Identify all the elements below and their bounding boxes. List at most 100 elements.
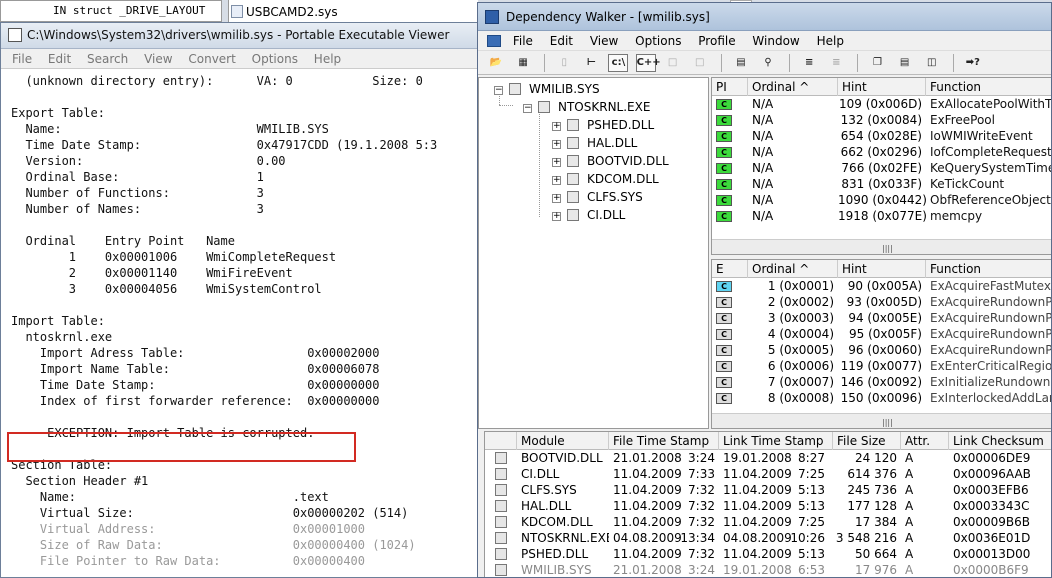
column-header-pi[interactable]: PI [712, 78, 748, 96]
column-header-ordinal[interactable]: Ordinal ^ [748, 260, 838, 278]
expand-icon[interactable]: + [552, 122, 561, 131]
find-icon[interactable]: ⚲ [758, 54, 778, 72]
column-header-ordinal[interactable]: Ordinal ^ [748, 78, 838, 96]
pe-viewer-titlebar[interactable]: C:\Windows\System32\drivers\wmilib.sys -… [1, 23, 479, 49]
table-row[interactable]: KDCOM.DLL 11.04.2009 7:32 11.04.2009 7:25 17 … [485, 514, 1051, 530]
column-header-function[interactable]: Function [926, 78, 1051, 96]
pe-menu-help[interactable]: Help [314, 52, 341, 66]
expand-icon[interactable]: + [552, 212, 561, 221]
table-row[interactable]: C 2 (0x0002) 93 (0x005D) ExAcquireRundownPr… [712, 294, 1051, 310]
tree-node-ci[interactable]: + CI.DLL [552, 206, 625, 224]
table-row[interactable]: C 1 (0x0001) 90 (0x005A) ExAcquireFastMutex… [712, 278, 1051, 294]
dw-menu-view[interactable]: View [590, 34, 618, 48]
tile-vertical-icon[interactable]: ◫ [922, 54, 942, 72]
full-icon[interactable]: □ [690, 54, 710, 72]
expand-icon[interactable]: + [552, 140, 561, 149]
dw-menu-window[interactable]: Window [752, 34, 799, 48]
table-row[interactable]: CLFS.SYS 11.04.2009 7:32 11.04.2009 5:13 245 … [485, 482, 1051, 498]
tree-node-hal[interactable]: + HAL.DLL [552, 134, 637, 152]
column-header-file-time-stamp[interactable]: File Time Stamp [609, 432, 719, 450]
pe-menu-edit[interactable]: Edit [48, 52, 71, 66]
depwalker-titlebar[interactable]: Dependency Walker - [wmilib.sys] [478, 3, 1051, 31]
table-row[interactable]: C N/A 109 (0x006D) ExAllocatePoolWithTag [712, 96, 1051, 112]
expand-icon[interactable]: + [552, 176, 561, 185]
table-row[interactable]: C 5 (0x0005) 96 (0x0060) ExAcquireRundownPr… [712, 342, 1051, 358]
column-header-file-size[interactable]: File Size [833, 432, 901, 450]
column-header-hint[interactable]: Hint [838, 260, 926, 278]
tree-node-pshed[interactable]: + PSHED.DLL [552, 116, 654, 134]
column-header-hint[interactable]: Hint [838, 78, 926, 96]
column-header-function[interactable]: Function [926, 260, 1051, 278]
save-icon[interactable]: ▦ [513, 54, 533, 72]
pe-menu-file[interactable]: File [12, 52, 32, 66]
table-row[interactable]: NTOSKRNL.EXE 04.08.2009 13:34 04.08.2009 10:… [485, 530, 1051, 546]
open-folder-icon[interactable]: 📂 [486, 54, 506, 72]
table-row[interactable]: C N/A 831 (0x033F) KeTickCount [712, 176, 1051, 192]
expand-icon[interactable]: + [552, 158, 561, 167]
table-row[interactable]: CI.DLL 11.04.2009 7:33 11.04.2009 7:25 614 37… [485, 466, 1051, 482]
ordinal-icon[interactable]: ≡ [799, 54, 819, 72]
depwalker-toolbar: 📂 ▦ ▯ ⊢ c:\ C++ □ □ ▤ ⚲ ≡ ≡ ❐ ▤ ◫ ➡? [478, 51, 1051, 75]
table-row[interactable]: C 8 (0x0008) 150 (0x0096) ExInterlockedAddL… [712, 390, 1051, 406]
pe-menu-convert[interactable]: Convert [188, 52, 235, 66]
context-help-icon[interactable]: ➡? [963, 54, 983, 72]
module-tree[interactable]: − WMILIB.SYS − NTOSKRNL.EXE + PSHED.DLL + HA… [478, 77, 709, 429]
tree-node-bootvid[interactable]: + BOOTVID.DLL [552, 152, 669, 170]
pe-viewer-text-area[interactable]: (unknown directory entry): VA: 0 Size: 0… [1, 69, 479, 577]
column-header-icon[interactable] [485, 432, 517, 450]
table-row[interactable]: WMILIB.SYS 21.01.2008 3:24 19.01.2008 6:53 17… [485, 562, 1051, 577]
expand-icon[interactable]: + [552, 194, 561, 203]
link-time-cell: 5:13 [798, 483, 825, 497]
undecorate-cpp-button[interactable]: C++ [635, 54, 661, 72]
column-header-e[interactable]: E [712, 260, 748, 278]
table-row[interactable]: C N/A 654 (0x028E) IoWMIWriteEvent [712, 128, 1051, 144]
pe-menu-options[interactable]: Options [252, 52, 298, 66]
pe-menu-search[interactable]: Search [87, 52, 128, 66]
table-row[interactable]: C 3 (0x0003) 94 (0x005E) ExAcquireRundownPr… [712, 310, 1051, 326]
copy-icon[interactable]: ▯ [554, 54, 574, 72]
column-header-link-time-stamp[interactable]: Link Time Stamp [719, 432, 833, 450]
print-icon[interactable]: ▤ [731, 54, 751, 72]
dw-menu-profile[interactable]: Profile [698, 34, 735, 48]
cascade-icon[interactable]: ❐ [868, 54, 888, 72]
function-icon[interactable]: □ [663, 54, 683, 72]
mdi-system-icon[interactable] [487, 35, 501, 47]
table-row[interactable]: HAL.DLL 11.04.2009 7:32 11.04.2009 5:13 177 1… [485, 498, 1051, 514]
table-row[interactable]: PSHED.DLL 11.04.2009 7:32 11.04.2009 5:13 50 … [485, 546, 1051, 562]
tile-horizontal-icon[interactable]: ▤ [895, 54, 915, 72]
column-header-attr[interactable]: Attr. [901, 432, 949, 450]
modules-table[interactable]: Module File Time Stamp Link Time Stamp F… [484, 431, 1051, 577]
table-row[interactable]: C N/A 662 (0x0296) IofCompleteRequest [712, 144, 1051, 160]
table-row[interactable]: BOOTVID.DLL 21.01.2008 3:24 19.01.2008 8:27 2… [485, 450, 1051, 466]
exports-table[interactable]: E Ordinal ^ Hint Function C 1 (0x0001) 90 … [711, 259, 1051, 429]
imports-table[interactable]: PI Ordinal ^ Hint Function C N/A 109 (0x00… [711, 77, 1051, 255]
tree-node-root[interactable]: − WMILIB.SYS [494, 80, 600, 98]
background-file-name[interactable]: USBCAMD2.sys [246, 5, 338, 19]
collapse-icon[interactable]: − [523, 104, 532, 113]
checksum-cell: 0x00009B6B [953, 515, 1031, 529]
horizontal-scrollbar[interactable]: |||| [712, 413, 1051, 428]
undecorate-icon[interactable]: ≡ [826, 54, 846, 72]
table-row[interactable]: C 7 (0x0007) 146 (0x0092) ExInitializeRundo… [712, 374, 1051, 390]
table-row[interactable]: C 4 (0x0004) 95 (0x005F) ExAcquireRundownPr… [712, 326, 1051, 342]
full-paths-button[interactable]: c:\ [608, 54, 629, 72]
dw-menu-options[interactable]: Options [635, 34, 681, 48]
tree-node-ntoskrnl[interactable]: − NTOSKRNL.EXE [523, 98, 650, 116]
link-time-cell: 5:13 [798, 547, 825, 561]
column-header-link-checksum[interactable]: Link Checksum [949, 432, 1051, 450]
collapse-icon[interactable]: − [494, 86, 503, 95]
tree-view-icon[interactable]: ⊢ [581, 54, 601, 72]
column-header-module[interactable]: Module [517, 432, 609, 450]
tree-node-kdcom[interactable]: + KDCOM.DLL [552, 170, 659, 188]
table-row[interactable]: C 6 (0x0006) 119 (0x0077) ExEnterCriticalRe… [712, 358, 1051, 374]
dw-menu-help[interactable]: Help [817, 34, 844, 48]
tree-node-clfs[interactable]: + CLFS.SYS [552, 188, 643, 206]
table-row[interactable]: C N/A 1918 (0x077E) memcpy [712, 208, 1051, 224]
table-row[interactable]: C N/A 766 (0x02FE) KeQuerySystemTime [712, 160, 1051, 176]
pe-menu-view[interactable]: View [144, 52, 172, 66]
dw-menu-file[interactable]: File [513, 34, 533, 48]
table-row[interactable]: C N/A 1090 (0x0442) ObfReferenceObject [712, 192, 1051, 208]
horizontal-scrollbar[interactable]: |||| [712, 239, 1051, 254]
table-row[interactable]: C N/A 132 (0x0084) ExFreePool [712, 112, 1051, 128]
dw-menu-edit[interactable]: Edit [550, 34, 573, 48]
